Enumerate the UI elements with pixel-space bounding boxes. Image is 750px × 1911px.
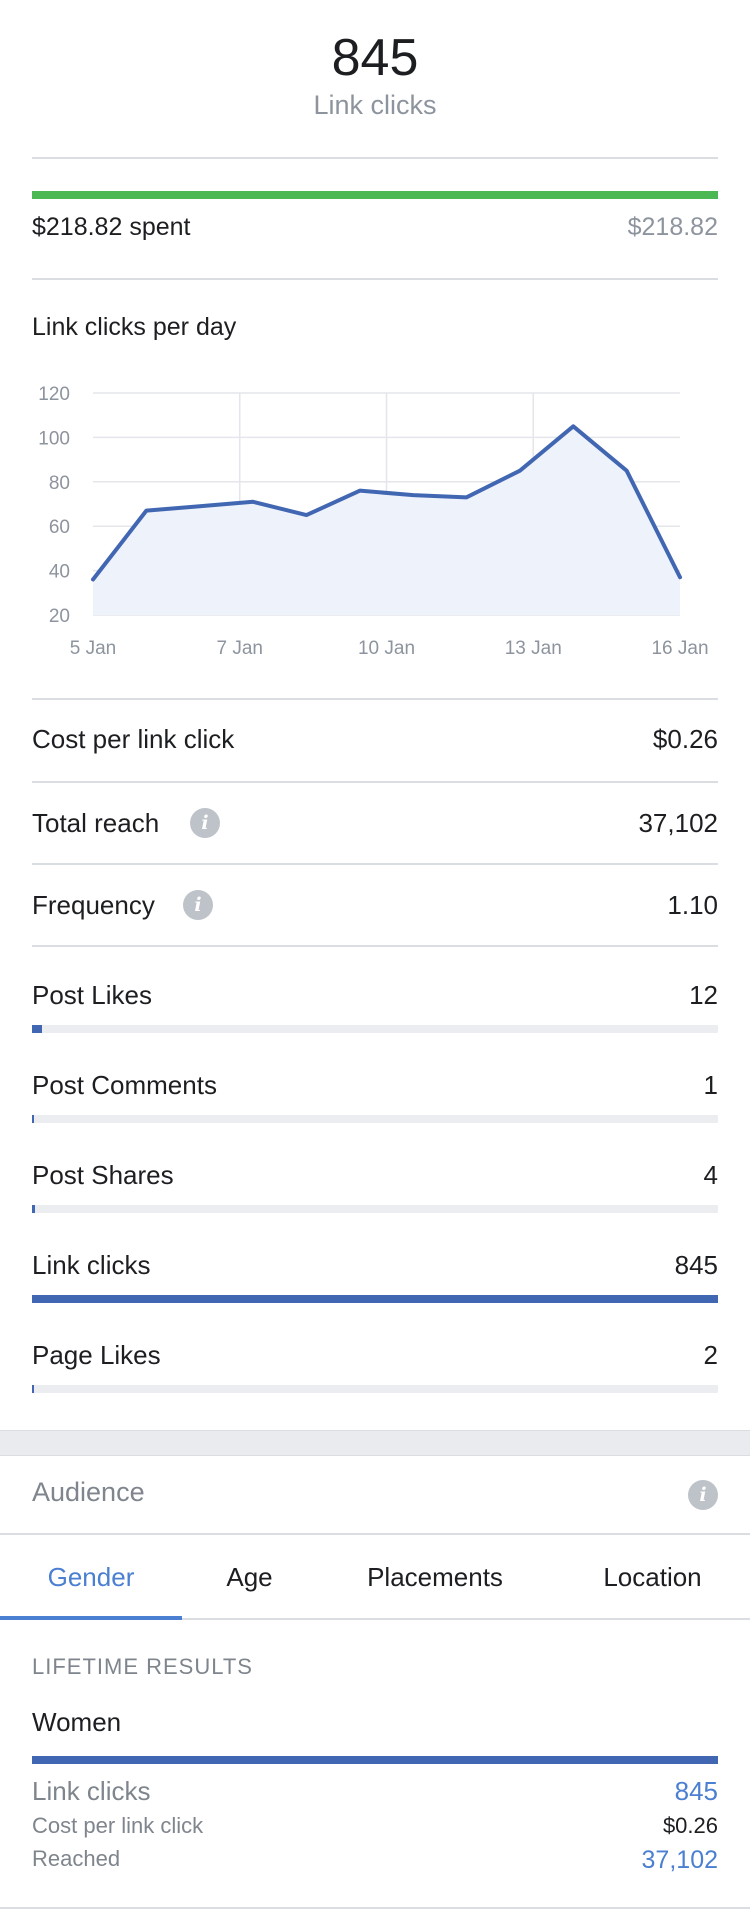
stat-value: $0.26 [652, 724, 718, 754]
active-tab-indicator [0, 1616, 182, 1620]
y-tick-label: 80 [49, 473, 70, 494]
engagement-row-post-likes: Post Likes 12 [32, 980, 718, 1050]
x-tick-label: 16 Jan [651, 638, 708, 659]
engagement-label: Link clicks [32, 1250, 151, 1280]
amount-spent: $218.82 spent [32, 213, 191, 241]
stat-value: 37,102 [638, 808, 718, 838]
engagement-value: 845 [674, 1250, 718, 1280]
divider [32, 157, 718, 159]
stat-label: Frequency [32, 890, 155, 920]
y-tick-label: 120 [38, 384, 70, 405]
engagement-bar [32, 1205, 718, 1213]
x-tick-label: 7 Jan [217, 638, 263, 659]
info-icon[interactable]: i [190, 808, 220, 838]
result-label: Reached [32, 1846, 121, 1871]
engagement-label: Post Shares [32, 1160, 174, 1190]
engagement-label: Page Likes [32, 1340, 161, 1370]
engagement-row-post-comments: Post Comments 1 [32, 1070, 718, 1140]
engagement-bar [32, 1025, 718, 1033]
stat-cost-per-click: Cost per link click $0.26 [32, 724, 718, 764]
x-tick-label: 10 Jan [358, 638, 415, 659]
engagement-value: 4 [703, 1160, 718, 1190]
divider [32, 698, 718, 700]
stat-frequency: Frequency i 1.10 [32, 890, 718, 930]
result-reached: Reached 37,102 [32, 1846, 718, 1880]
summary-label: Link clicks [313, 90, 437, 120]
engagement-bar [32, 1115, 718, 1123]
engagement-bar-fill [32, 1115, 34, 1123]
engagement-label: Post Comments [32, 1070, 217, 1100]
engagement-bar-fill [32, 1385, 34, 1393]
info-icon[interactable]: i [183, 890, 213, 920]
y-tick-label: 20 [49, 606, 70, 627]
y-tick-label: 60 [49, 517, 70, 538]
engagement-row-post-shares: Post Shares 4 [32, 1160, 718, 1230]
stat-label: Cost per link click [32, 724, 235, 754]
budget-total: $218.82 [627, 213, 718, 241]
spend-progress-bar [32, 191, 718, 199]
divider [0, 1907, 750, 1909]
engagement-row-page-likes: Page Likes 2 [32, 1340, 718, 1410]
engagement-bar-fill [32, 1025, 42, 1033]
result-link-clicks: Link clicks 845 [32, 1776, 718, 1810]
summary-value: 845 [331, 29, 419, 87]
divider [32, 781, 718, 783]
segment-name: Women [32, 1707, 122, 1737]
engagement-value: 2 [703, 1340, 718, 1370]
engagement-bar [32, 1385, 718, 1393]
divider [32, 945, 718, 947]
chart-title: Link clicks per day [32, 313, 237, 341]
divider [32, 863, 718, 865]
result-cost-per-link-click: Cost per link click $0.26 [32, 1813, 718, 1843]
section-separator [0, 1430, 750, 1456]
engagement-bar-fill [32, 1295, 718, 1303]
engagement-label: Post Likes [32, 980, 152, 1010]
lifetime-results-heading: LIFETIME RESULTS [32, 1654, 253, 1679]
x-tick-label: 13 Jan [505, 638, 562, 659]
engagement-value: 12 [689, 980, 718, 1010]
engagement-row-link-clicks: Link clicks 845 [32, 1250, 718, 1320]
tab-placements[interactable]: Placements [340, 1535, 530, 1620]
result-value: 37,102 [641, 1846, 718, 1874]
audience-title: Audience [32, 1477, 145, 1507]
engagement-bar-fill [32, 1205, 36, 1213]
result-value: 845 [674, 1776, 718, 1806]
divider [32, 278, 718, 280]
x-tick-label: 5 Jan [70, 638, 116, 659]
segment-bar [32, 1756, 718, 1764]
result-value: $0.26 [662, 1813, 718, 1838]
engagement-bar [32, 1295, 718, 1303]
stat-label: Total reach [32, 808, 160, 838]
stat-value: 1.10 [667, 890, 718, 920]
tab-age[interactable]: Age [182, 1535, 317, 1620]
result-label: Link clicks [32, 1776, 151, 1806]
result-label: Cost per link click [32, 1813, 204, 1838]
tab-gender[interactable]: Gender [0, 1535, 182, 1620]
y-tick-label: 40 [49, 562, 70, 583]
audience-tabs: Gender Age Placements Location [0, 1533, 750, 1620]
link-clicks-chart: 120 100 80 60 40 205 Jan 7 Jan 10 Jan 13 Jan 16 J… [38, 384, 708, 659]
engagement-value: 1 [703, 1070, 718, 1100]
y-tick-label: 100 [38, 428, 70, 449]
stat-total-reach: Total reach i 37,102 [32, 808, 718, 848]
info-icon[interactable]: i [688, 1480, 718, 1510]
tab-location[interactable]: Location [570, 1535, 735, 1620]
